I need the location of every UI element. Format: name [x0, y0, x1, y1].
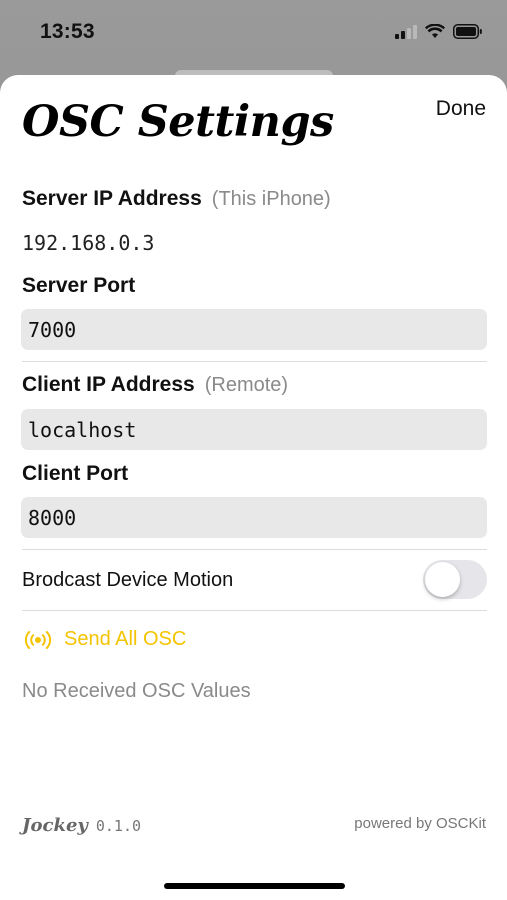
send-all-osc-label: Send All OSC [64, 628, 187, 650]
motion-toggle[interactable] [423, 560, 487, 599]
status-bar: 13:53 [0, 0, 507, 64]
footer-app-name: Jockey [22, 815, 88, 836]
status-time: 13:53 [40, 20, 95, 43]
footer-powered-by: powered by OSCKit [354, 815, 486, 832]
home-indicator [164, 883, 345, 889]
send-all-osc-button[interactable]: Send All OSC [22, 628, 186, 651]
client-ip-label: Client IP Address [22, 373, 195, 396]
footer-app-info: Jockey 0.1.0 [22, 815, 141, 836]
server-port-field[interactable]: 7000 [21, 309, 487, 350]
done-button[interactable]: Done [436, 97, 486, 121]
client-ip-heading: Client IP Address (Remote) [22, 373, 288, 397]
client-ip-field[interactable]: localhost [21, 409, 487, 450]
motion-label: Brodcast Device Motion [22, 569, 234, 591]
server-port-label: Server Port [22, 274, 136, 297]
client-port-label: Client Port [22, 462, 129, 485]
client-ip-sublabel: (Remote) [204, 374, 289, 396]
footer-version: 0.1.0 [95, 817, 142, 835]
divider [22, 549, 487, 550]
divider [22, 610, 487, 611]
broadcast-icon [24, 630, 52, 649]
server-ip-value: 192.168.0.3 [22, 231, 155, 255]
client-port-field[interactable]: 8000 [21, 497, 487, 538]
settings-sheet: OSC Settings Done Server IP Address (This… [0, 75, 507, 900]
page-title: OSC Settings [22, 97, 334, 147]
battery-icon [453, 24, 482, 39]
server-ip-heading: Server IP Address (This iPhone) [22, 187, 331, 211]
received-values-text: No Received OSC Values [22, 680, 251, 702]
server-ip-sublabel: (This iPhone) [211, 188, 331, 210]
status-icons [395, 24, 483, 39]
toggle-knob [425, 562, 460, 597]
server-ip-label: Server IP Address [22, 187, 202, 210]
cellular-signal-icon [395, 24, 417, 39]
divider [22, 361, 487, 362]
wifi-icon [425, 24, 445, 38]
